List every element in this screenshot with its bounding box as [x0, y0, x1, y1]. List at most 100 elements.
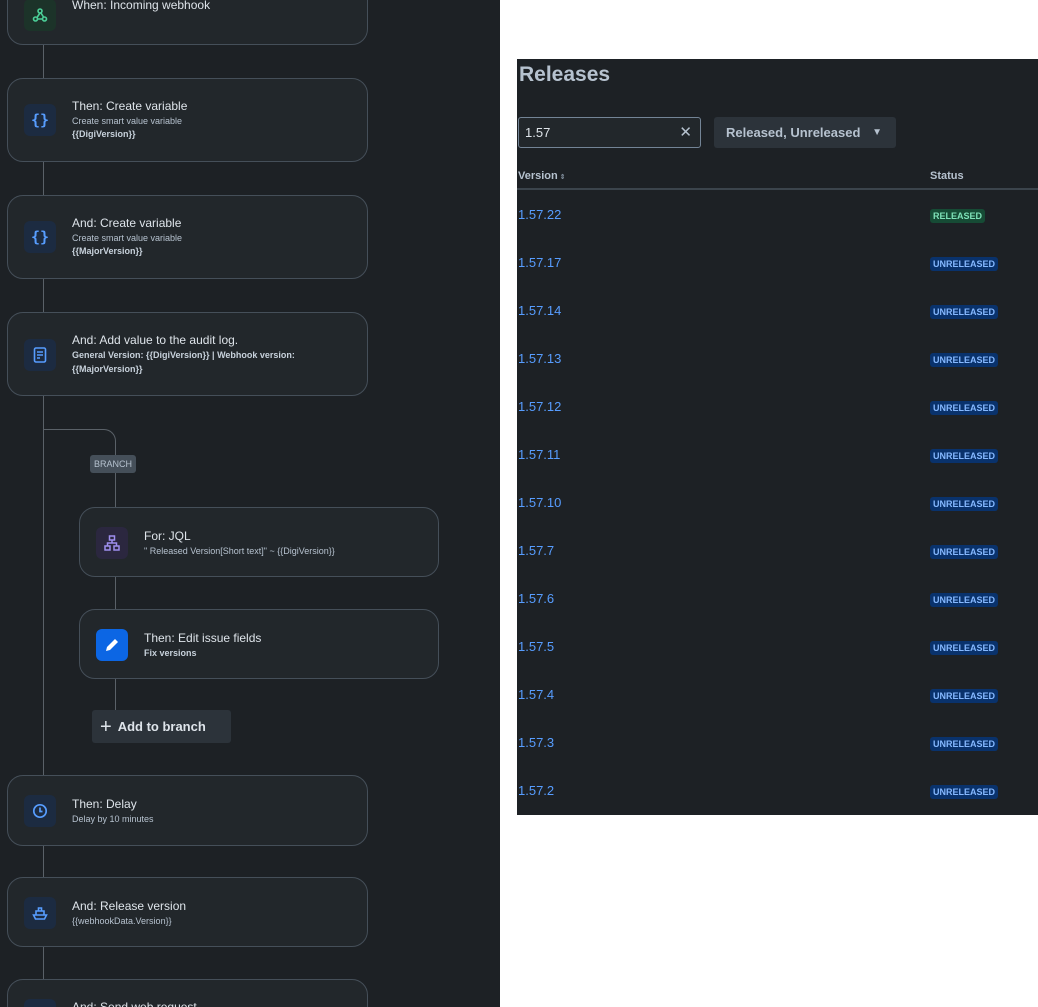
table-row: 1.57.2 UNRELEASED	[517, 783, 1038, 815]
status-badge: UNRELEASED	[930, 257, 999, 271]
step-subtitle: General Version: {{DigiVersion}} | Webho…	[72, 350, 295, 374]
step-title: And: Release version	[72, 899, 187, 913]
version-link[interactable]: 1.57.6	[518, 591, 554, 607]
step-title: Then: Delay	[72, 797, 137, 811]
version-link[interactable]: 1.57.14	[518, 303, 561, 319]
status-badge: UNRELEASED	[930, 593, 999, 607]
step-value: {{MajorVersion}}	[72, 246, 143, 256]
status-badge: UNRELEASED	[930, 737, 999, 751]
table-row: 1.57.4 UNRELEASED	[517, 687, 1038, 735]
web-request-icon	[24, 999, 56, 1007]
table-row: 1.57.12 UNRELEASED	[517, 399, 1038, 447]
status-filter-label: Released, Unreleased	[726, 125, 861, 140]
releases-panel: Releases ✕ Released, Unreleased ▼ Versio…	[517, 59, 1038, 815]
release-version-card[interactable]: And: Release version {{webhookData.Versi…	[7, 877, 368, 947]
status-badge: UNRELEASED	[930, 401, 999, 415]
plus-icon: +	[100, 715, 112, 738]
jql-branch-card[interactable]: For: JQL " Released Version[Short text]"…	[79, 507, 439, 577]
connector-line	[43, 945, 44, 980]
automation-flow-panel: When: Incoming webhook {} Then: Create v…	[0, 0, 500, 1007]
version-link[interactable]: 1.57.10	[518, 495, 561, 511]
version-link[interactable]: 1.57.13	[518, 351, 561, 367]
step-title: Then: Edit issue fields	[144, 631, 262, 645]
delay-card[interactable]: Then: Delay Delay by 10 minutes	[7, 775, 368, 846]
status-badge: UNRELEASED	[930, 497, 999, 511]
version-link[interactable]: 1.57.4	[518, 687, 554, 703]
branch-badge: BRANCH	[90, 455, 137, 473]
version-column-header[interactable]: Version ⇕	[518, 170, 566, 182]
connector-line	[115, 576, 116, 610]
table-row: 1.57.10 UNRELEASED	[517, 495, 1038, 543]
header-divider	[517, 188, 1038, 190]
status-badge: UNRELEASED	[930, 353, 999, 367]
add-to-branch-label: Add to branch	[117, 719, 206, 734]
connector-line	[43, 846, 44, 878]
step-title: And: Create variable	[72, 216, 182, 230]
step-subtitle: Create smart value variable	[72, 116, 183, 126]
connector-line	[115, 473, 116, 508]
table-row: 1.57.14 UNRELEASED	[517, 303, 1038, 351]
trigger-card[interactable]: When: Incoming webhook	[7, 0, 368, 45]
send-web-request-card[interactable]: And: Send web request	[7, 979, 368, 1007]
status-column-header: Status	[930, 170, 964, 182]
step-subtitle: Delay by 10 minutes	[72, 814, 154, 824]
step-title: And: Send web request	[72, 1000, 197, 1007]
webhook-icon	[24, 0, 56, 31]
create-variable-card[interactable]: {} And: Create variable Create smart val…	[7, 195, 368, 279]
audit-log-icon	[24, 339, 56, 371]
status-badge: UNRELEASED	[930, 785, 999, 799]
status-badge: UNRELEASED	[930, 689, 999, 703]
search-field[interactable]: ✕	[518, 117, 701, 148]
search-input[interactable]	[525, 118, 675, 147]
status-filter-button[interactable]: Released, Unreleased ▼	[714, 117, 896, 148]
version-link[interactable]: 1.57.3	[518, 735, 554, 751]
version-link[interactable]: 1.57.11	[518, 447, 560, 463]
step-title: For: JQL	[144, 529, 191, 543]
chevron-down-icon: ▼	[872, 127, 882, 138]
sort-arrows-icon: ⇕	[559, 174, 566, 181]
trigger-title: When: Incoming webhook	[72, 0, 211, 12]
status-badge: UNRELEASED	[930, 449, 999, 463]
close-icon[interactable]: ✕	[679, 124, 692, 141]
step-subtitle: " Released Version[Short text]" ~ {{Digi…	[144, 546, 335, 556]
status-badge: UNRELEASED	[930, 305, 999, 319]
table-row: 1.57.11 UNRELEASED	[517, 447, 1038, 495]
clock-icon	[24, 795, 56, 827]
version-link[interactable]: 1.57.22	[518, 207, 561, 223]
status-badge: RELEASED	[930, 209, 986, 223]
table-row: 1.57.3 UNRELEASED	[517, 735, 1038, 783]
version-link[interactable]: 1.57.17	[518, 255, 561, 271]
step-title: Then: Create variable	[72, 99, 188, 113]
step-title: And: Add value to the audit log.	[72, 333, 239, 347]
create-variable-card[interactable]: {} Then: Create variable Create smart va…	[7, 78, 368, 162]
branch-hierarchy-icon	[96, 527, 128, 559]
step-value: {{DigiVersion}}	[72, 129, 136, 139]
ship-icon	[24, 897, 56, 929]
table-row: 1.57.5 UNRELEASED	[517, 639, 1038, 687]
version-column-label: Version	[518, 170, 558, 182]
table-row: 1.57.22 RELEASED	[517, 207, 1038, 255]
version-link[interactable]: 1.57.5	[518, 639, 554, 655]
page-title: Releases	[519, 63, 611, 86]
curly-braces-icon: {}	[24, 104, 56, 136]
connector-line	[115, 678, 116, 711]
connector-line	[43, 161, 44, 196]
curly-braces-icon: {}	[24, 221, 56, 253]
step-subtitle: Create smart value variable	[72, 233, 183, 243]
audit-log-card[interactable]: And: Add value to the audit log. General…	[7, 312, 368, 396]
add-to-branch-button[interactable]: + Add to branch	[92, 710, 231, 743]
version-link[interactable]: 1.57.2	[518, 783, 554, 799]
connector-line	[43, 278, 44, 313]
table-row: 1.57.13 UNRELEASED	[517, 351, 1038, 399]
step-subtitle: {{webhookData.Version}}	[72, 916, 172, 926]
table-row: 1.57.6 UNRELEASED	[517, 591, 1038, 639]
edit-pencil-icon	[96, 629, 128, 661]
table-row: 1.57.7 UNRELEASED	[517, 543, 1038, 591]
status-badge: UNRELEASED	[930, 545, 999, 559]
connector-line	[43, 44, 44, 79]
version-link[interactable]: 1.57.7	[518, 543, 554, 559]
edit-issue-fields-card[interactable]: Then: Edit issue fields Fix versions	[79, 609, 439, 679]
table-row: 1.57.17 UNRELEASED	[517, 255, 1038, 303]
step-subtitle: Fix versions	[144, 648, 197, 658]
version-link[interactable]: 1.57.12	[518, 399, 561, 415]
